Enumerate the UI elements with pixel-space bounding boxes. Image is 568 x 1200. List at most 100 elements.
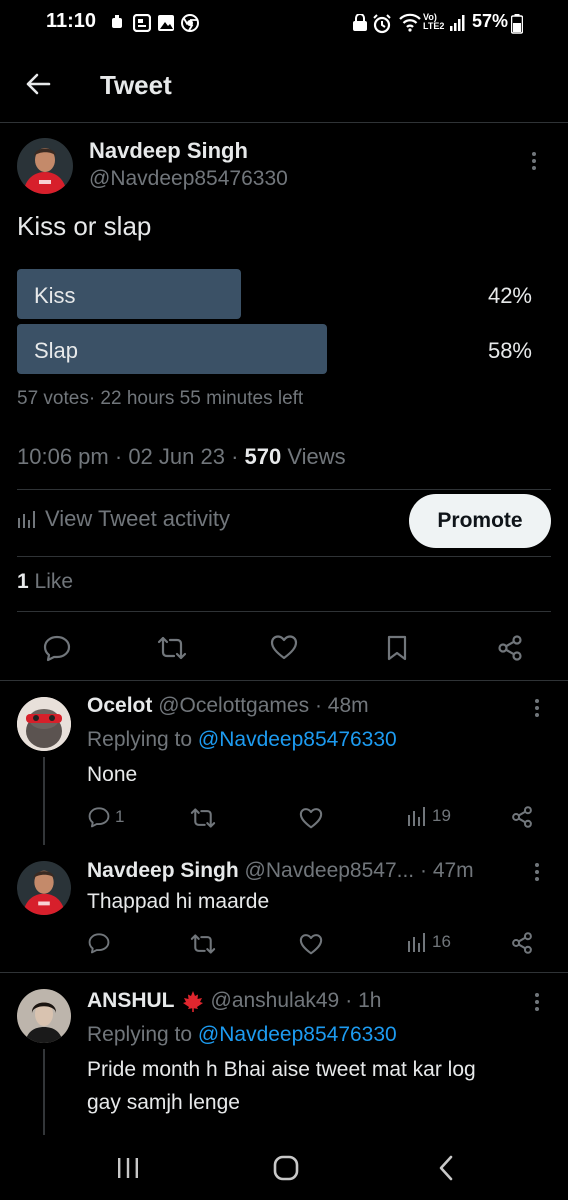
reply-count: 1	[115, 807, 125, 826]
reply-author-name[interactable]: Navdeep Singh	[87, 859, 239, 882]
reply-author-handle[interactable]: @Ocelottgames	[158, 694, 309, 717]
more-vertical-icon	[532, 152, 536, 170]
reply-header: Navdeep Singh @Navdeep8547... · 47m	[87, 859, 474, 883]
back-nav-button[interactable]	[436, 1154, 456, 1182]
reply-author-handle[interactable]: @anshulak49	[211, 989, 340, 1013]
reply-like-button[interactable]	[299, 933, 323, 955]
like-button[interactable]	[270, 634, 298, 660]
reply-author-name[interactable]: ANSHUL	[87, 989, 175, 1013]
replying-to: Replying to @Navdeep85476330	[87, 728, 397, 752]
chevron-left-icon	[439, 1155, 453, 1181]
lock-icon	[352, 14, 368, 32]
divider	[17, 611, 551, 612]
more-vertical-icon	[535, 699, 539, 717]
back-button[interactable]	[24, 70, 52, 98]
likes-summary[interactable]: 1 Like	[17, 570, 73, 594]
notification-icon	[110, 14, 124, 30]
reply-time: · 1h	[345, 989, 382, 1012]
reply-time: · 48m	[314, 694, 369, 717]
tweet-text: Kiss or slap	[17, 211, 152, 241]
reply-header: Ocelot @Ocelottgames · 48m	[87, 694, 369, 718]
reply-avatar[interactable]	[17, 697, 71, 751]
reply-author-handle[interactable]: @Navdeep8547...	[245, 859, 415, 882]
comment-icon	[88, 933, 110, 954]
arrow-left-icon	[26, 73, 51, 95]
likes-label: Like	[34, 570, 74, 593]
poll-option-label: Kiss	[34, 283, 76, 308]
replying-to: Replying to @Navdeep85476330	[87, 1023, 397, 1047]
analytics-icon	[408, 807, 425, 826]
reply-share-button[interactable]	[511, 805, 533, 829]
news-icon	[133, 14, 151, 32]
divider	[17, 556, 551, 557]
reply-avatar[interactable]	[17, 861, 71, 915]
poll-option-label: Slap	[34, 338, 79, 363]
bookmark-icon	[387, 635, 407, 661]
divider	[17, 489, 551, 490]
system-nav-bar	[0, 1136, 568, 1200]
reply-retweet-button[interactable]	[190, 806, 216, 830]
reply-more-button[interactable]	[533, 992, 541, 1012]
poll-option-percent: 42%	[487, 283, 532, 308]
status-bar: 11:10 Vo) LTE2 57%	[0, 0, 568, 46]
replying-to-handle[interactable]: @Navdeep85476330	[198, 728, 397, 751]
comment-icon	[88, 807, 110, 828]
retweet-button[interactable]	[157, 634, 187, 662]
tweet-date: 02 Jun 23	[128, 444, 225, 469]
author-handle[interactable]: @Navdeep85476330	[89, 167, 288, 191]
divider	[0, 972, 568, 973]
battery-icon	[511, 14, 523, 34]
more-options-button[interactable]	[530, 150, 538, 172]
heart-icon	[299, 934, 323, 955]
home-button[interactable]	[272, 1154, 300, 1182]
thread-line	[43, 757, 45, 845]
reply-comment-button[interactable]: 1	[87, 806, 124, 828]
reply-text: Thappad hi maarde	[87, 890, 270, 913]
promote-button[interactable]: Promote	[409, 494, 551, 548]
retweet-icon	[157, 636, 187, 660]
author-avatar[interactable]	[17, 138, 73, 194]
author-name[interactable]: Navdeep Singh	[89, 138, 248, 164]
reply-retweet-button[interactable]	[190, 932, 216, 956]
reply-avatar[interactable]	[17, 989, 71, 1043]
reply-like-button[interactable]	[299, 807, 323, 829]
recent-apps-button[interactable]	[116, 1156, 140, 1180]
reply-text-line-1: Pride month h Bhai aise tweet mat kar lo…	[87, 1058, 476, 1081]
header-divider	[0, 122, 568, 123]
alarm-icon	[372, 14, 392, 34]
bookmark-button[interactable]	[386, 634, 408, 662]
share-button[interactable]	[497, 634, 523, 662]
reply-author-name[interactable]: Ocelot	[87, 694, 152, 717]
heart-icon	[299, 808, 323, 829]
reply-text-line-2: gay samjh lenge	[87, 1091, 240, 1114]
home-icon	[273, 1155, 299, 1181]
reply-comment-button[interactable]	[87, 932, 111, 954]
battery-percent: 57%	[472, 11, 509, 31]
view-tweet-activity-link[interactable]: View Tweet activity	[17, 506, 230, 532]
likes-count: 1	[17, 570, 29, 593]
reply-views-button[interactable]: 16	[407, 932, 451, 952]
retweet-icon	[190, 934, 216, 954]
signal-label: Vo) LTE2	[423, 12, 445, 31]
recent-apps-icon	[118, 1158, 138, 1178]
tweet-timestamp: 10:06 pm · 02 Jun 23 · 570 Views	[17, 444, 346, 469]
share-icon	[512, 932, 532, 954]
view-tweet-activity-label: View Tweet activity	[45, 506, 231, 531]
more-vertical-icon	[535, 993, 539, 1011]
reply-share-button[interactable]	[511, 931, 533, 955]
reply-views-count: 16	[432, 932, 451, 951]
wifi-icon	[398, 12, 422, 32]
reply-header: ANSHUL @anshulak49 · 1h	[87, 989, 381, 1013]
reply-more-button[interactable]	[533, 862, 541, 882]
reply-text: None	[87, 763, 138, 786]
page-title: Tweet	[100, 70, 172, 100]
reply-views-button[interactable]: 19	[407, 806, 451, 826]
share-icon	[512, 806, 532, 828]
retweet-icon	[190, 808, 216, 828]
share-icon	[498, 635, 522, 661]
replying-to-handle[interactable]: @Navdeep85476330	[198, 1023, 397, 1046]
reply-more-button[interactable]	[533, 698, 541, 718]
reply-button[interactable]	[43, 634, 71, 662]
comment-icon	[43, 635, 71, 662]
views-label: Views	[287, 444, 346, 469]
